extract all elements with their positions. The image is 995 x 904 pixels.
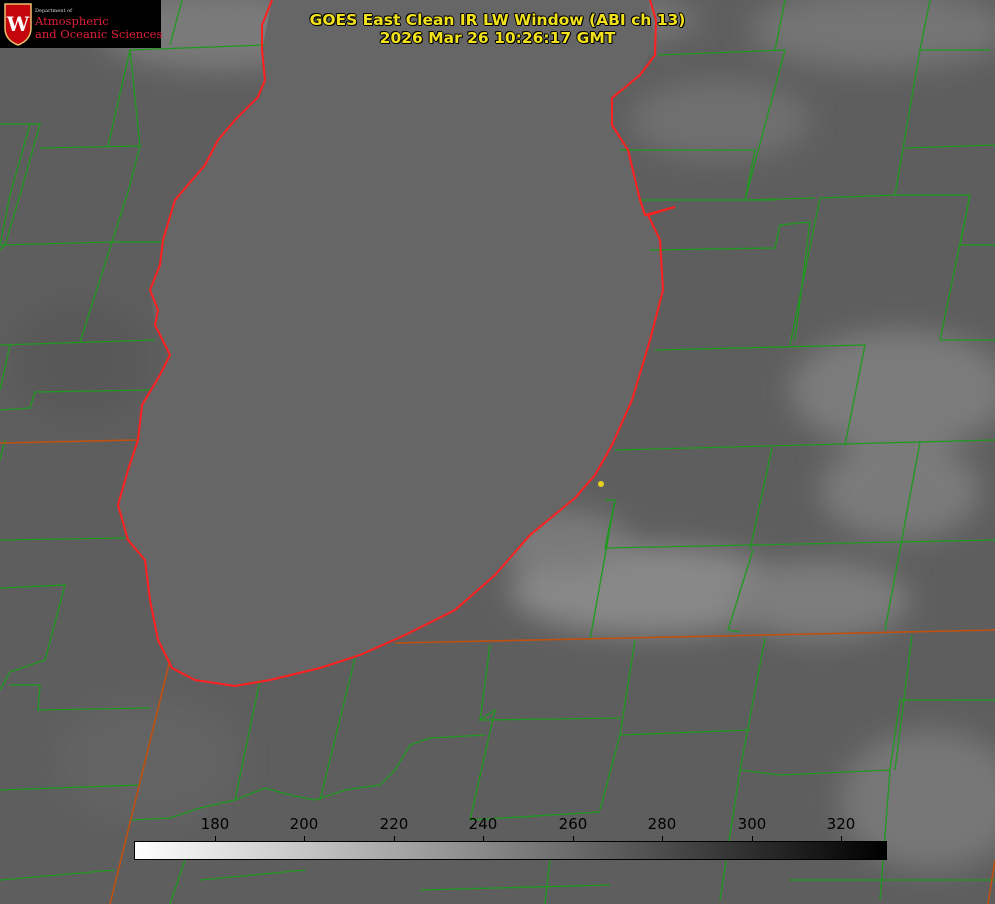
title-timestamp: 2026 Mar 26 10:26:17 GMT: [379, 29, 616, 47]
colorbar-tick-label: 220: [379, 815, 409, 833]
colorbar-tick-label: 200: [289, 815, 319, 833]
colorbar: [134, 841, 887, 860]
colorbar-tick-label: 260: [558, 815, 588, 833]
title-product: GOES East Clean IR LW Window (ABI ch 13): [309, 11, 686, 29]
colorbar-tick-label: 240: [468, 815, 498, 833]
colorbar-tick-label: 300: [737, 815, 767, 833]
satellite-map: [0, 0, 995, 904]
image-title: GOES East Clean IR LW Window (ABI ch 13)…: [0, 11, 995, 47]
colorbar-tick-label: 320: [826, 815, 856, 833]
colorbar-tick-label: 180: [200, 815, 230, 833]
location-marker: [598, 481, 604, 487]
colorbar-tick-label: 280: [647, 815, 677, 833]
